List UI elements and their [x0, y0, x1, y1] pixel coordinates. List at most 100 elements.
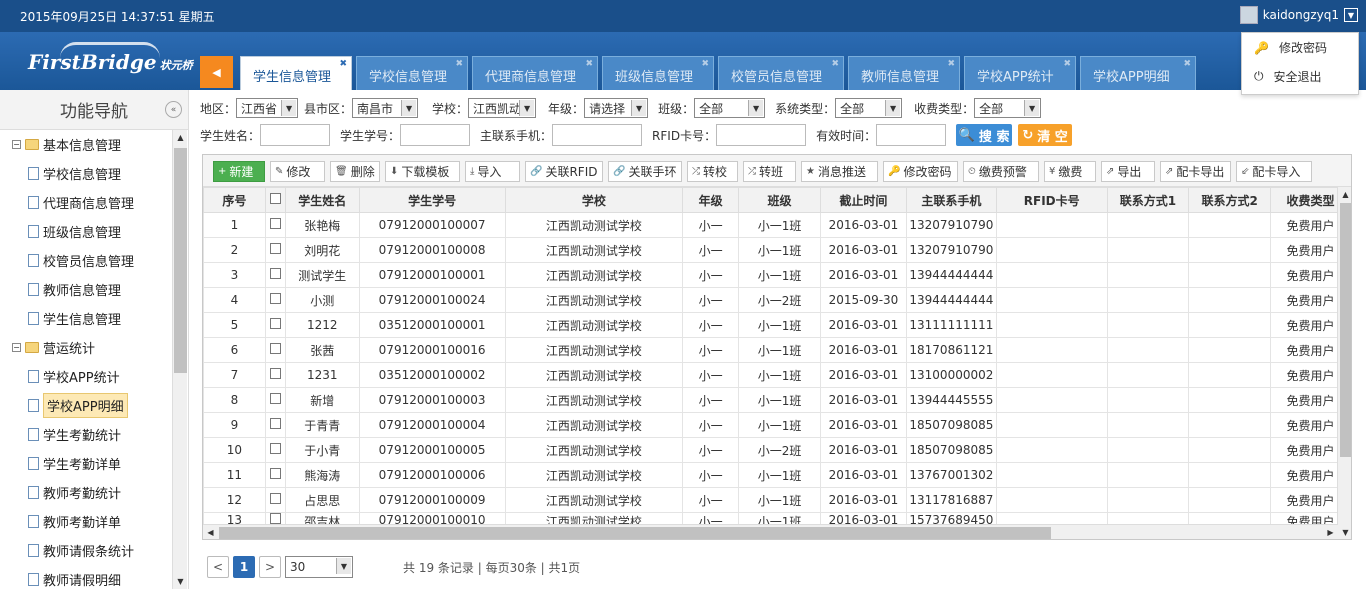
- tab-5[interactable]: 教师信息管理 ✖: [848, 56, 960, 90]
- nav-item[interactable]: 代理商信息管理: [0, 188, 171, 217]
- nav-item[interactable]: 学校信息管理: [0, 159, 171, 188]
- nav-item[interactable]: 教师请假条统计: [0, 536, 171, 565]
- user-area[interactable]: kaidongzyq1 ▼: [1239, 6, 1358, 24]
- prev-page-button[interactable]: <: [207, 556, 229, 578]
- rfid-input[interactable]: [716, 124, 807, 146]
- scroll-left-icon[interactable]: ◀: [203, 525, 218, 539]
- row-checkbox[interactable]: [269, 293, 281, 304]
- menu-item-logout[interactable]: ⏻ 安全退出: [1242, 62, 1358, 91]
- toolbar-button-4[interactable]: ⤓ 导入: [465, 161, 520, 182]
- nav-scrollbar[interactable]: ▲ ▼: [172, 130, 187, 589]
- toolbar-button-1[interactable]: ✎ 修改: [270, 161, 325, 182]
- column-header[interactable]: 联系方式1: [1106, 187, 1190, 213]
- tab-0[interactable]: 学生信息管理 ✖: [240, 56, 352, 90]
- close-icon[interactable]: ✖: [339, 59, 347, 69]
- column-header[interactable]: 主联系手机: [905, 187, 997, 213]
- grid-vertical-scrollbar[interactable]: ▲ ▼: [1337, 187, 1351, 539]
- nav-item[interactable]: 学生考勤详单: [0, 449, 171, 478]
- row-checkbox[interactable]: [269, 318, 281, 329]
- close-icon[interactable]: ✖: [455, 59, 463, 69]
- table-row[interactable]: 6 张茜 07912000100016 江西凯动测试学校 小一 小一1班 2016-03-0…: [203, 337, 1351, 363]
- school-select[interactable]: 江西凯动 ▼: [468, 98, 537, 118]
- scroll-up-icon[interactable]: ▲: [173, 130, 188, 145]
- nav-item[interactable]: 班级信息管理: [0, 217, 171, 246]
- toolbar-button-15[interactable]: ⇙ 配卡导入: [1236, 161, 1312, 182]
- close-icon[interactable]: ✖: [1183, 59, 1191, 69]
- phone-input[interactable]: [552, 124, 643, 146]
- search-button[interactable]: 🔍 搜 索: [956, 124, 1013, 146]
- toolbar-button-3[interactable]: ⬇ 下载模板: [385, 161, 460, 182]
- tab-4[interactable]: 校管员信息管理 ✖: [718, 56, 844, 90]
- nav-collapse-icon[interactable]: «: [165, 101, 182, 118]
- table-row[interactable]: 11 熊海涛 07912000100006 江西凯动测试学校 小一 小一1班 2016-03…: [203, 462, 1351, 488]
- tab-3[interactable]: 班级信息管理 ✖: [602, 56, 714, 90]
- page-number-button[interactable]: 1: [233, 556, 255, 578]
- collapse-sidebar-button[interactable]: ◀: [200, 56, 233, 88]
- close-icon[interactable]: ✖: [585, 59, 593, 69]
- column-header[interactable]: 班级: [738, 187, 821, 213]
- toolbar-button-9[interactable]: ★ 消息推送: [801, 161, 878, 182]
- class-select[interactable]: 全部 ▼: [694, 98, 766, 118]
- row-checkbox[interactable]: [269, 243, 281, 254]
- column-header[interactable]: [264, 187, 286, 213]
- collapse-icon[interactable]: −: [12, 343, 21, 352]
- tab-6[interactable]: 学校APP统计 ✖: [964, 56, 1076, 90]
- valid-time-input[interactable]: [876, 124, 947, 146]
- table-row[interactable]: 7 1231 03512000100002 江西凯动测试学校 小一 小一1班 2016-03…: [203, 362, 1351, 388]
- scroll-up-icon[interactable]: ▲: [1338, 187, 1351, 202]
- nav-group[interactable]: − 基本信息管理: [0, 130, 171, 159]
- column-header[interactable]: 学生姓名: [284, 187, 360, 213]
- toolbar-button-10[interactable]: 🔑 修改密码: [883, 161, 958, 182]
- row-checkbox[interactable]: [269, 493, 281, 504]
- county-select[interactable]: 南昌市 ▼: [352, 98, 419, 118]
- student-no-input[interactable]: [400, 124, 471, 146]
- table-row[interactable]: 5 1212 03512000100001 江西凯动测试学校 小一 小一1班 2016-03…: [203, 312, 1351, 338]
- table-row[interactable]: 2 刘明花 07912000100008 江西凯动测试学校 小一 小一1班 2016-03-…: [203, 237, 1351, 263]
- nav-item[interactable]: 教师考勤详单: [0, 507, 171, 536]
- next-page-button[interactable]: >: [259, 556, 281, 578]
- nav-item[interactable]: 学生信息管理: [0, 304, 171, 333]
- nav-item[interactable]: 校管员信息管理: [0, 246, 171, 275]
- row-checkbox[interactable]: [269, 343, 281, 354]
- table-row[interactable]: 9 于青青 07912000100004 江西凯动测试学校 小一 小一1班 2016-03-…: [203, 412, 1351, 438]
- tab-2[interactable]: 代理商信息管理 ✖: [472, 56, 598, 90]
- table-row[interactable]: 4 小测 07912000100024 江西凯动测试学校 小一 小一2班 2015-09-3…: [203, 287, 1351, 313]
- scroll-right-icon[interactable]: ▶: [1323, 525, 1338, 539]
- student-name-input[interactable]: [260, 124, 331, 146]
- fee-type-select[interactable]: 全部 ▼: [974, 98, 1042, 118]
- row-checkbox[interactable]: [269, 268, 281, 279]
- toolbar-button-14[interactable]: ⇗ 配卡导出: [1160, 161, 1231, 182]
- row-checkbox[interactable]: [269, 468, 281, 479]
- clear-button[interactable]: ↻ 清 空: [1018, 124, 1073, 146]
- toolbar-button-12[interactable]: ¥ 缴费: [1044, 161, 1096, 182]
- scrollbar-thumb[interactable]: [219, 527, 1051, 539]
- close-icon[interactable]: ✖: [831, 59, 839, 69]
- nav-item[interactable]: 教师请假明细: [0, 565, 171, 589]
- grade-select[interactable]: 请选择 ▼: [584, 98, 649, 118]
- toolbar-button-6[interactable]: 🔗 关联手环: [608, 161, 682, 182]
- tab-7[interactable]: 学校APP明细 ✖: [1080, 56, 1196, 90]
- table-row[interactable]: 12 占思思 07912000100009 江西凯动测试学校 小一 小一1班 2016-03…: [203, 487, 1351, 513]
- toolbar-button-2[interactable]: 🗑 删除: [330, 161, 380, 182]
- nav-item[interactable]: 学校APP统计: [0, 362, 171, 391]
- column-header[interactable]: 年级: [682, 187, 740, 213]
- nav-item[interactable]: 学生考勤统计: [0, 420, 171, 449]
- row-checkbox[interactable]: [269, 393, 281, 404]
- system-type-select[interactable]: 全部 ▼: [835, 98, 903, 118]
- column-header[interactable]: RFID卡号: [995, 187, 1108, 213]
- collapse-icon[interactable]: −: [12, 140, 21, 149]
- row-checkbox[interactable]: [269, 513, 281, 524]
- scroll-down-icon[interactable]: ▼: [173, 574, 188, 589]
- close-icon[interactable]: ✖: [1063, 59, 1071, 69]
- column-header[interactable]: 学校: [504, 187, 684, 213]
- table-row[interactable]: 8 新增 07912000100003 江西凯动测试学校 小一 小一1班 2016-03-0…: [203, 387, 1351, 413]
- row-checkbox[interactable]: [269, 218, 281, 229]
- toolbar-button-0[interactable]: + 新建: [213, 161, 265, 182]
- toolbar-button-7[interactable]: ⤮ 转校: [687, 161, 738, 182]
- scrollbar-thumb[interactable]: [1340, 203, 1351, 457]
- toolbar-button-11[interactable]: ⏲ 缴费预警: [963, 161, 1039, 182]
- tab-1[interactable]: 学校信息管理 ✖: [356, 56, 468, 90]
- table-row[interactable]: 3 测试学生 07912000100001 江西凯动测试学校 小一 小一1班 2016-03…: [203, 262, 1351, 288]
- column-header[interactable]: 截止时间: [819, 187, 907, 213]
- nav-item[interactable]: 教师考勤统计: [0, 478, 171, 507]
